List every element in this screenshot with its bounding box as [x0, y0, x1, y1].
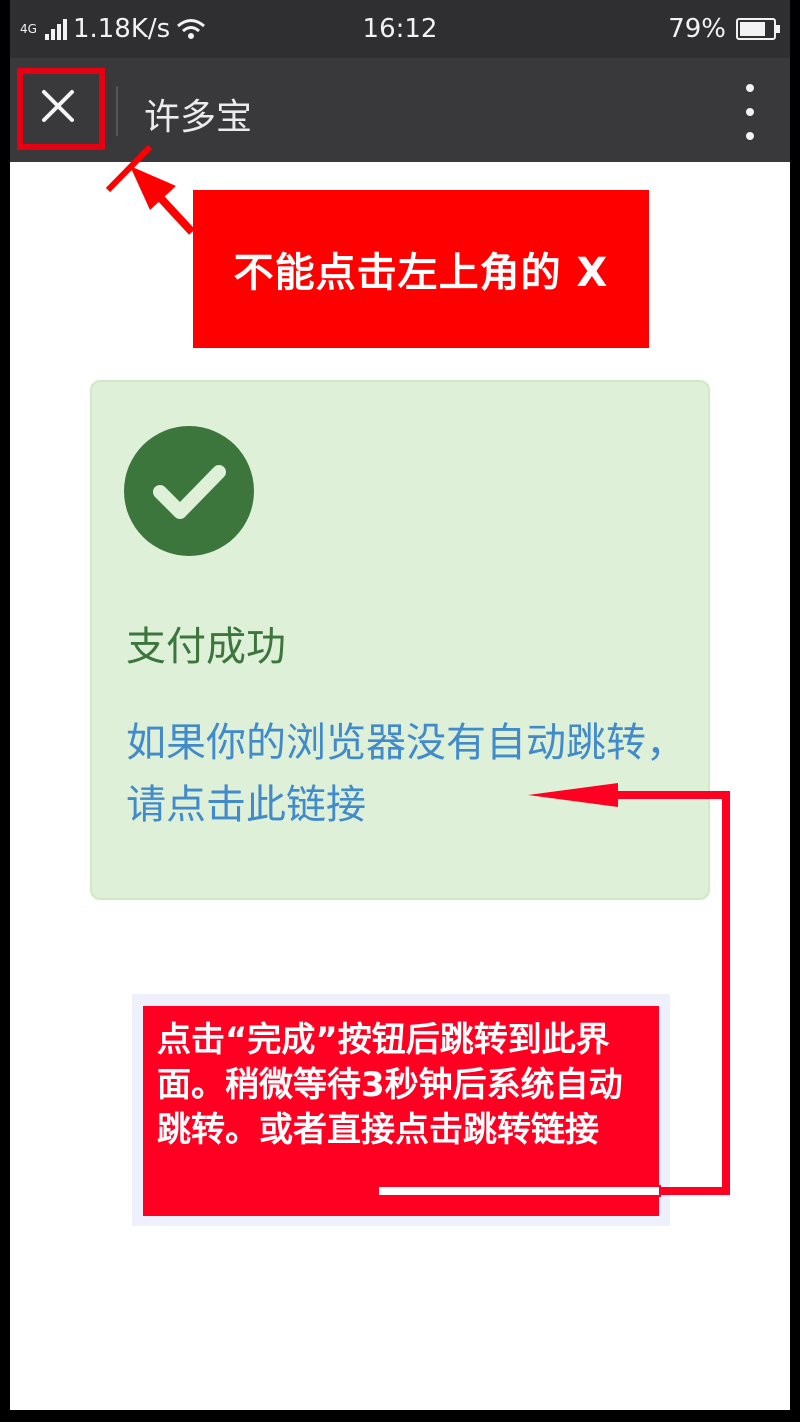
close-highlight-box: [17, 68, 105, 150]
more-vertical-icon: [746, 84, 754, 92]
redirect-link[interactable]: 如果你的浏览器没有自动跳转，请点击此链接: [126, 712, 686, 836]
page-title: 许多宝: [144, 97, 253, 138]
success-title: 支付成功: [126, 624, 286, 670]
more-button[interactable]: [740, 84, 760, 140]
phone-screen: 4G 1.18K/s 16:12 79% 许多宝 不能点击左上角的 X 支付成功…: [10, 0, 790, 1410]
annotation-top-note: 不能点击左上角的 X: [193, 190, 649, 348]
annotation-bottom-note: 点击“完成”按钮后跳转到此界面。稍微等待3秒钟后系统自动跳转。或者直接点击跳转链…: [143, 1006, 659, 1216]
payment-success-card: 支付成功 如果你的浏览器没有自动跳转，请点击此链接: [90, 380, 710, 900]
status-right: 79%: [668, 14, 780, 44]
status-bar: 4G 1.18K/s 16:12 79%: [10, 0, 790, 58]
title-bar: 许多宝: [10, 58, 790, 162]
battery-percent: 79%: [668, 14, 726, 44]
check-circle-icon: [124, 426, 254, 556]
title-divider: [116, 86, 118, 136]
battery-icon: [736, 18, 780, 40]
